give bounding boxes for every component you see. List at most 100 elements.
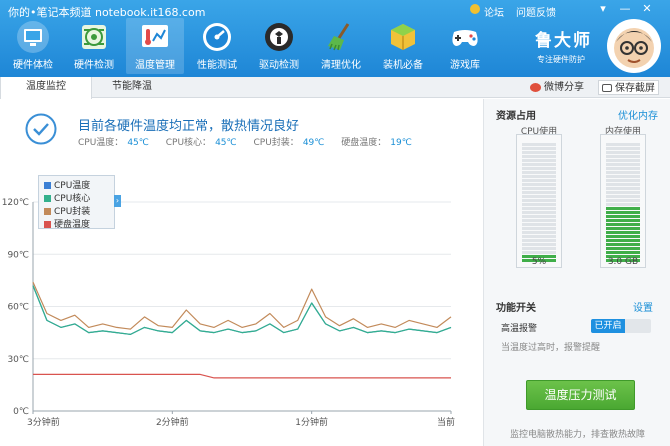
driver-gear-icon [265,23,293,51]
metric-label: CPU温度： [78,138,124,148]
gauge-segment-filled [606,235,640,238]
gauge-bars [522,143,556,262]
gauge-segment-empty [606,167,640,170]
gauge-segment-empty [522,215,556,218]
gauge-segment-filled [606,223,640,226]
gauge-segment-empty [606,203,640,206]
master-lu-avatar [607,19,661,73]
gauge-segment-filled [606,239,640,242]
toolbar-cleanup-optimize[interactable]: 清理优化 [312,18,370,74]
app-header: 你的•笔记本频道 notebook.it168.com 论坛 问题反馈 ▾ — … [0,0,670,77]
gauge-segment-empty [522,187,556,190]
toolbar-label: 驱动检测 [259,60,299,71]
weibo-share-label: 微博分享 [544,82,584,93]
toolbar-label: 清理优化 [321,60,361,71]
gauge-segment-empty [606,155,640,158]
gauge-segment-empty [522,227,556,230]
speedometer-icon [203,23,231,51]
toolbar-label: 温度管理 [135,60,175,71]
gauge-segment-filled [606,215,640,218]
legend-item[interactable]: CPU封装 [44,204,90,217]
forum-icon [470,4,480,14]
temperature-monitor-panel: 目前各硬件温度均正常，散热情况良好 CPU温度： 45℃ CPU核心： 45℃ CP… [0,99,483,446]
feedback-link[interactable]: 问题反馈 [516,4,556,19]
window-controls: 论坛 问题反馈 ▾ — ✕ [470,0,670,20]
software-box-icon [391,24,415,50]
thermometer-chart-icon [142,25,168,47]
gauge-segment-empty [606,191,640,194]
gauge-segment-empty [522,203,556,206]
stress-test-hint: 监控电脑散热能力，排查散热故障 [510,430,646,440]
gauge-segment-empty [522,151,556,154]
series-line-2 [32,281,452,330]
gauge-segment-empty [522,223,556,226]
toolbar-temperature-management[interactable]: 温度管理 [126,18,184,74]
y-tick-label: 30℃ [7,355,29,365]
gauge-segment-filled [606,207,640,210]
toolbar-game-library[interactable]: 游戏库 [436,18,494,74]
high-temp-alarm-toggle[interactable]: 已开启 [591,319,651,333]
gauge-segment-empty [606,159,640,162]
optimize-memory-link[interactable]: 优化内存 [618,107,658,122]
x-tick-label: 3分钟前 [27,416,60,428]
toggle-state: 已开启 [591,319,625,333]
minimize-icon[interactable]: — [618,2,632,15]
cpu-usage-value: 5% [531,257,547,267]
toolbar-performance-test[interactable]: 性能测试 [188,18,246,74]
x-tick-label: 2分钟前 [156,416,189,428]
gauge-segment-empty [522,171,556,174]
menu-icon[interactable]: ▾ [596,2,610,15]
toolbar-driver-detect[interactable]: 驱动检测 [250,18,308,74]
gauge-segment-filled [606,211,640,214]
status-metrics: CPU温度： 45℃ CPU核心： 45℃ CPU封装： 49℃ 硬盘温度： 19℃ [78,135,426,148]
computer-monitor-icon [17,21,49,53]
legend-swatch [44,195,51,202]
close-icon[interactable]: ✕ [640,2,654,15]
settings-link[interactable]: 设置 [633,299,653,314]
toolbar-label: 装机必备 [383,60,423,71]
toolbar-label: 硬件检测 [74,60,114,71]
gauge-segment-empty [522,175,556,178]
toolbar-hardware-checkup[interactable]: 硬件体检 [4,18,62,74]
toolbar-hardware-detect[interactable]: 硬件检测 [65,18,123,74]
gauge-bars [606,143,640,262]
gauge-segment-empty [606,187,640,190]
y-tick-label: 120℃ [2,198,29,208]
save-screenshot-button[interactable]: 保存截屏 [598,80,659,95]
weibo-share-button[interactable]: 微博分享 [530,80,584,95]
gauge-segment-empty [606,183,640,186]
toolbar-label: 游戏库 [450,60,480,71]
tab-temperature-monitor[interactable]: 温度监控 [0,77,92,99]
legend-item[interactable]: 硬盘温度 [44,217,90,230]
forum-link[interactable]: 论坛 [484,4,504,19]
gauge-segment-empty [606,175,640,178]
y-tick-label: 0℃ [13,407,29,417]
x-tick-label: 当前 [437,416,455,428]
gauge-segment-empty [522,251,556,254]
memory-usage-value: 3.0 GB [607,257,639,267]
tab-energy-saving[interactable]: 节能降温 [92,77,172,98]
legend-label: 硬盘温度 [54,220,91,230]
toolbar-label: 硬件体检 [13,60,53,71]
legend-item[interactable]: CPU温度 [44,178,90,191]
gauge-segment-empty [522,239,556,242]
legend-swatch [44,221,51,228]
alarm-hint-text: 当温度过高时，报警提醒 [501,343,601,353]
gauge-segment-empty [606,199,640,202]
gauge-segment-empty [522,163,556,166]
gamepad-icon [452,30,478,46]
temperature-stress-test-button[interactable]: 温度压力测试 [526,380,635,410]
cpu-usage-gauge [516,134,562,268]
broom-icon [328,23,350,51]
gauge-segment-empty [522,191,556,194]
metric-value: 19℃ [390,138,412,148]
gauge-segment-empty [606,171,640,174]
legend-collapse-arrow-icon[interactable]: › [114,195,121,207]
save-screenshot-label: 保存截屏 [615,83,655,94]
toolbar-label: 性能测试 [197,60,237,71]
gauge-segment-filled [606,247,640,250]
gauge-segment-empty [522,183,556,186]
metric-value: 45℃ [215,138,237,148]
toolbar-essential-software[interactable]: 装机必备 [374,18,432,74]
legend-item[interactable]: CPU核心 [44,191,90,204]
